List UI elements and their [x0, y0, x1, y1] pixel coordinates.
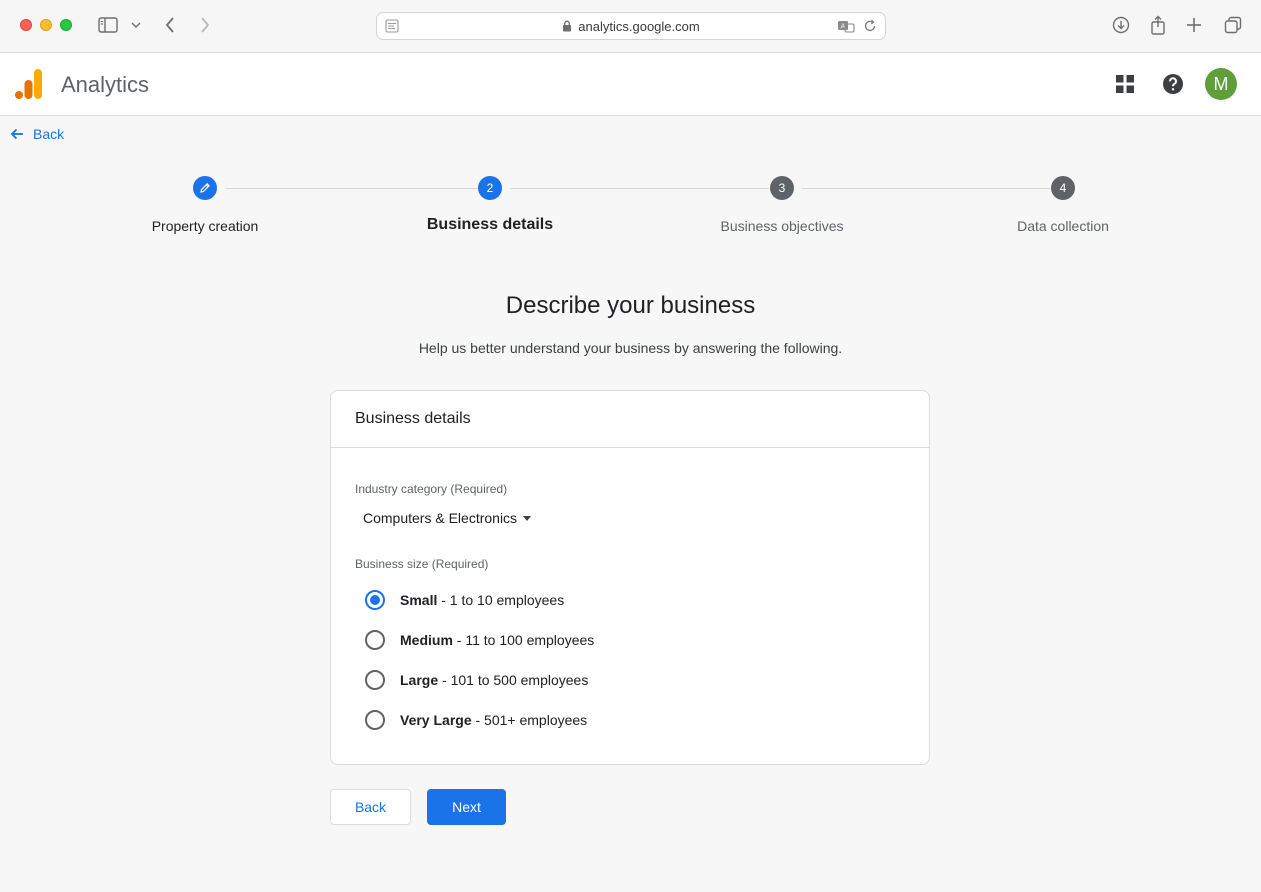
- option-detail: - 11 to 100 employees: [452, 632, 595, 648]
- card-header: Business details: [331, 391, 929, 448]
- radio-button[interactable]: [365, 630, 385, 650]
- business-size-option-small[interactable]: Small - 1 to 10 employees: [365, 590, 564, 610]
- stepper-connector: [226, 188, 478, 189]
- back-link[interactable]: Back: [10, 125, 64, 143]
- browser-toolbar: analytics.google.com A: [0, 0, 1261, 53]
- avatar[interactable]: M: [1205, 68, 1237, 100]
- zoom-window-button[interactable]: [60, 19, 72, 31]
- industry-category-dropdown[interactable]: Computers & Electronics: [363, 510, 532, 526]
- step-4-label: Data collection: [1017, 218, 1109, 234]
- business-details-card: Business details Industry category (Requ…: [330, 390, 930, 765]
- card-title: Business details: [355, 410, 471, 427]
- chevron-down-icon[interactable]: [130, 14, 142, 36]
- option-detail: - 1 to 10 employees: [437, 592, 565, 608]
- industry-category-value: Computers & Electronics: [363, 510, 518, 526]
- back-link-label: Back: [33, 126, 65, 142]
- app-header: Analytics M: [0, 53, 1261, 116]
- close-window-button[interactable]: [20, 19, 32, 31]
- analytics-logo-icon[interactable]: [15, 69, 43, 99]
- translate-icon[interactable]: A: [837, 19, 855, 36]
- step-1-edit-icon[interactable]: [193, 176, 217, 200]
- step-3-number: 3: [770, 176, 794, 200]
- radio-button-checked[interactable]: [365, 590, 385, 610]
- industry-category-label: Industry category (Required): [355, 482, 508, 496]
- back-arrow-icon[interactable]: [160, 14, 180, 36]
- reload-icon[interactable]: [863, 19, 877, 36]
- forward-arrow-icon[interactable]: [195, 14, 215, 36]
- tabs-overview-icon[interactable]: [1222, 14, 1244, 36]
- back-arrow-icon: [10, 128, 23, 140]
- dropdown-arrow-icon: [523, 515, 532, 521]
- sidebar-toggle-icon[interactable]: [97, 14, 119, 36]
- new-tab-icon[interactable]: [1184, 14, 1204, 36]
- option-detail: - 501+ employees: [471, 712, 588, 728]
- app-title: Analytics: [61, 72, 150, 97]
- help-icon[interactable]: [1160, 71, 1186, 97]
- radio-button[interactable]: [365, 670, 385, 690]
- step-3-label: Business objectives: [720, 218, 844, 234]
- option-name: Medium: [400, 632, 453, 648]
- step-2-number: 2: [478, 176, 502, 200]
- page-subtitle: Help us better understand your business …: [418, 340, 843, 356]
- next-button[interactable]: Next: [427, 789, 506, 825]
- stepper-connector: [802, 188, 1050, 189]
- stepper-connector: [510, 188, 769, 189]
- option-detail: - 101 to 500 employees: [438, 672, 589, 688]
- business-size-option-large[interactable]: Large - 101 to 500 employees: [365, 670, 588, 690]
- url-text: analytics.google.com: [578, 18, 700, 34]
- step-2-label: Business details: [426, 216, 554, 233]
- page-icon: [385, 19, 399, 36]
- back-button[interactable]: Back: [330, 789, 411, 825]
- apps-grid-icon[interactable]: [1112, 71, 1138, 97]
- minimize-window-button[interactable]: [40, 19, 52, 31]
- step-4-number: 4: [1051, 176, 1075, 200]
- option-name: Very Large: [400, 712, 472, 728]
- option-name: Small: [400, 592, 438, 608]
- business-size-option-very-large[interactable]: Very Large - 501+ employees: [365, 710, 587, 730]
- business-size-option-medium[interactable]: Medium - 11 to 100 employees: [365, 630, 594, 650]
- business-size-label: Business size (Required): [355, 557, 489, 571]
- share-icon[interactable]: [1148, 14, 1168, 36]
- address-bar[interactable]: analytics.google.com A: [376, 12, 886, 40]
- option-name: Large: [400, 672, 439, 688]
- download-icon[interactable]: [1110, 14, 1132, 36]
- radio-button[interactable]: [365, 710, 385, 730]
- page-title: Describe your business: [505, 292, 756, 319]
- lock-icon: [562, 20, 572, 32]
- step-1-label[interactable]: Property creation: [152, 218, 259, 234]
